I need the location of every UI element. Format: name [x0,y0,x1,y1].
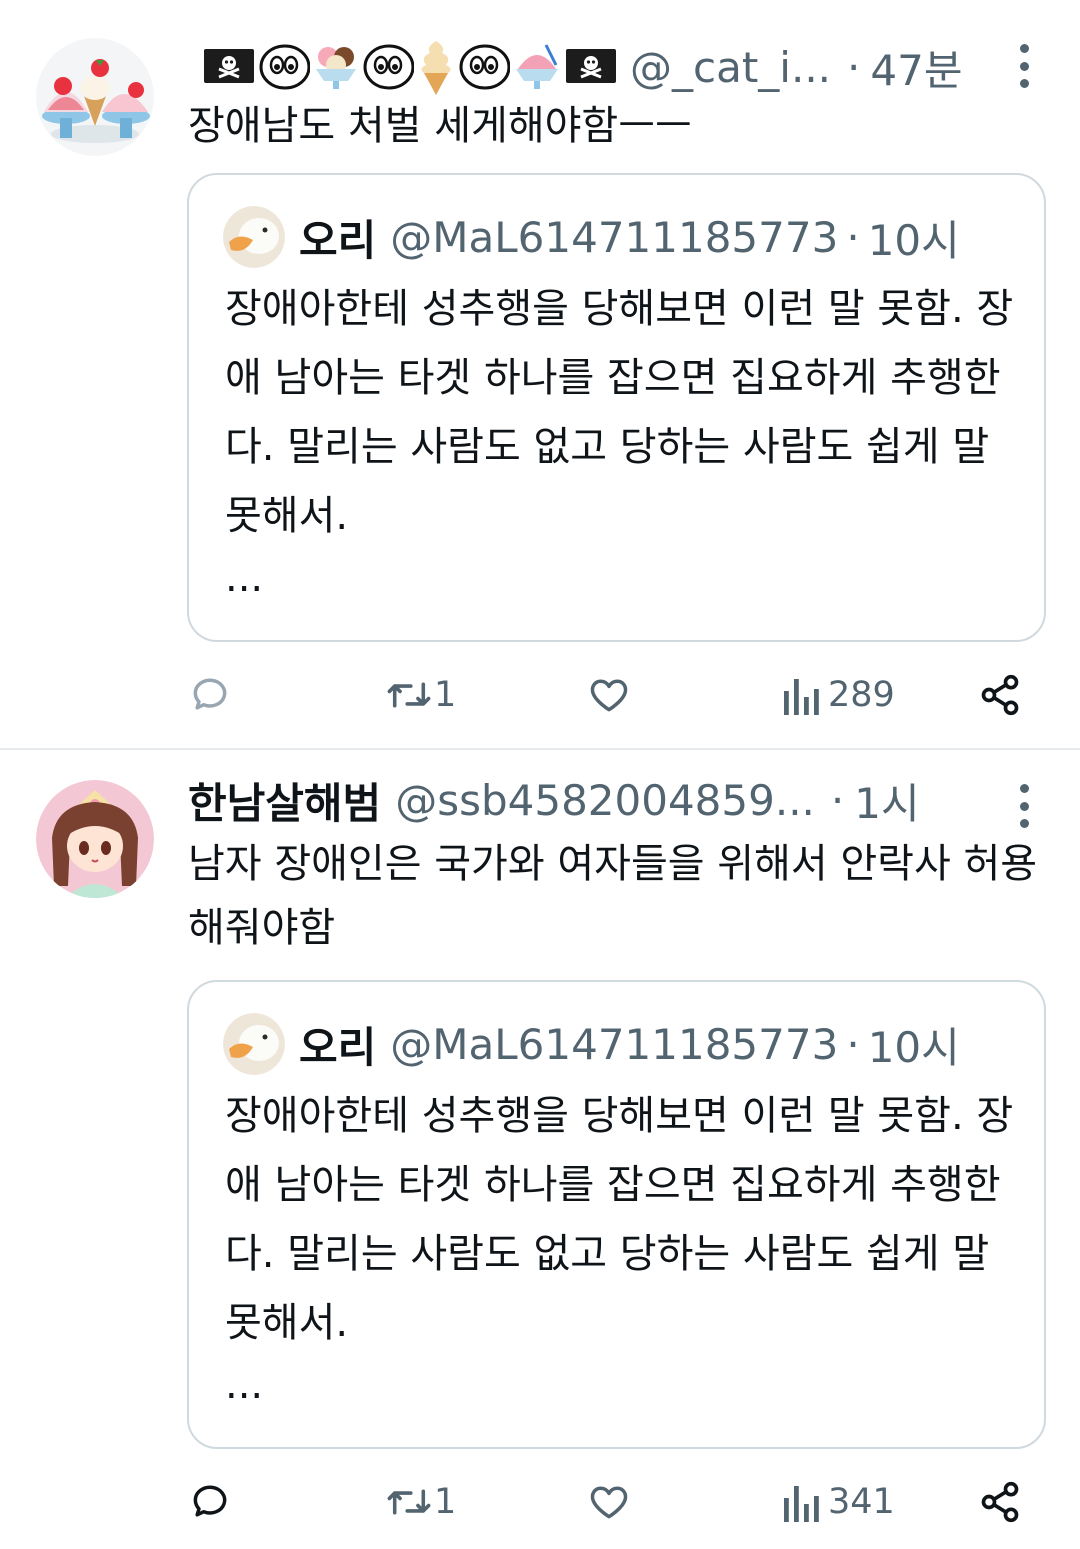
user-name[interactable]: 한남살해범 [188,770,381,831]
retweet-icon [387,1489,431,1515]
pirate-flag-icon [204,49,254,83]
tweet-header: @_cat_i... · 47분 [188,39,962,95]
reply-button[interactable] [188,665,232,725]
quoted-tweet-time[interactable]: 10시 [868,1014,960,1075]
quoted-tweet[interactable]: 오리 @MaL614711185773 · 10시 장애아한테 성추행을 당해보… [187,980,1046,1449]
views-icon [784,1486,819,1522]
quoted-tweet-ellipsis: ... [225,1362,264,1408]
heart-icon [590,679,628,712]
quoted-tweet-time[interactable]: 10시 [868,207,960,268]
tweet-actions: 1 289 [188,665,1038,725]
quoted-tweet-header: 오리 @MaL614711185773 · 10시 [223,1012,960,1076]
quoted-tweet[interactable]: 오리 @MaL614711185773 · 10시 장애아한테 성추행을 당해보… [187,173,1046,642]
avatar-shaved-ice[interactable] [36,38,154,156]
duck-avatar[interactable] [223,206,285,268]
ice-cream-bowl-icon [316,47,356,89]
reply-button[interactable] [188,1472,232,1532]
like-button[interactable] [586,665,632,725]
user-handle[interactable]: @ssb4582004859... [395,776,815,825]
views-count: 341 [828,1482,895,1522]
share-icon [981,1481,1019,1523]
tweet[interactable]: 한남살해범 @ssb4582004859... · 1시 남자 장애인은 국가와… [0,750,1080,1549]
duck-avatar[interactable] [223,1013,285,1075]
share-icon [981,674,1019,716]
tweet[interactable]: @_cat_i... · 47분 장애남도 처벌 세게해야함ㅡㅡ 오리 @MaL… [0,0,1080,748]
reply-icon [193,678,227,710]
retweet-count: 1 [434,1482,457,1522]
like-button[interactable] [586,1472,632,1532]
tweet-header: 한남살해범 @ssb4582004859... · 1시 [188,775,920,828]
separator-dot: · [847,42,861,92]
eyes-face-icon [459,44,510,90]
quoted-tweet-text: 장애아한테 성추행을 당해보면 이런 말 못함. 장애 남아는 타겟 하나를 잡… [225,1093,1014,1346]
more-options-icon[interactable] [1016,784,1032,828]
soft-serve-cone-icon [421,41,451,95]
share-button[interactable] [978,665,1022,725]
more-options-icon[interactable] [1016,44,1032,88]
heart-icon [590,1486,628,1519]
tweet-time[interactable]: 1시 [854,770,919,831]
quoted-user-handle[interactable]: @MaL614711185773 [390,1020,838,1069]
eyes-face-icon [259,44,310,90]
views-count: 289 [828,675,895,715]
eyes-face-icon [363,44,414,90]
quoted-user-name[interactable]: 오리 [299,1014,376,1075]
separator-dot: · [846,212,860,262]
retweet-button[interactable]: 1 [384,1472,456,1532]
user-handle[interactable]: @_cat_i... [630,43,831,92]
views-button[interactable]: 289 [782,665,895,725]
separator-dot: · [830,775,845,825]
quoted-tweet-header: 오리 @MaL614711185773 · 10시 [223,205,960,269]
quoted-user-handle[interactable]: @MaL614711185773 [390,213,838,262]
name-emoji-row[interactable] [202,39,618,95]
quoted-tweet-text: 장애아한테 성추행을 당해보면 이런 말 못함. 장애 남아는 타겟 하나를 잡… [225,286,1014,539]
pirate-flag-icon [566,49,616,83]
anime-girl-avatar[interactable] [36,780,154,898]
tweet-text: 장애남도 처벌 세게해야함ㅡㅡ [188,103,692,149]
tweet-actions: 1 341 [188,1472,1038,1532]
views-icon [784,679,819,715]
tweet-time[interactable]: 47분 [870,37,962,98]
retweet-icon [387,682,431,708]
quoted-tweet-ellipsis: ... [225,555,264,601]
retweet-button[interactable]: 1 [384,665,456,725]
tweet-text: 남자 장애인은 국가와 여자들을 위해서 안락사 허용해줘야함 [188,841,1038,951]
share-button[interactable] [978,1472,1022,1532]
reply-icon [193,1485,227,1517]
retweet-count: 1 [434,675,457,715]
quoted-user-name[interactable]: 오리 [299,207,376,268]
shaved-ice-icon [516,44,558,89]
views-button[interactable]: 341 [782,1472,895,1532]
separator-dot: · [846,1019,860,1069]
